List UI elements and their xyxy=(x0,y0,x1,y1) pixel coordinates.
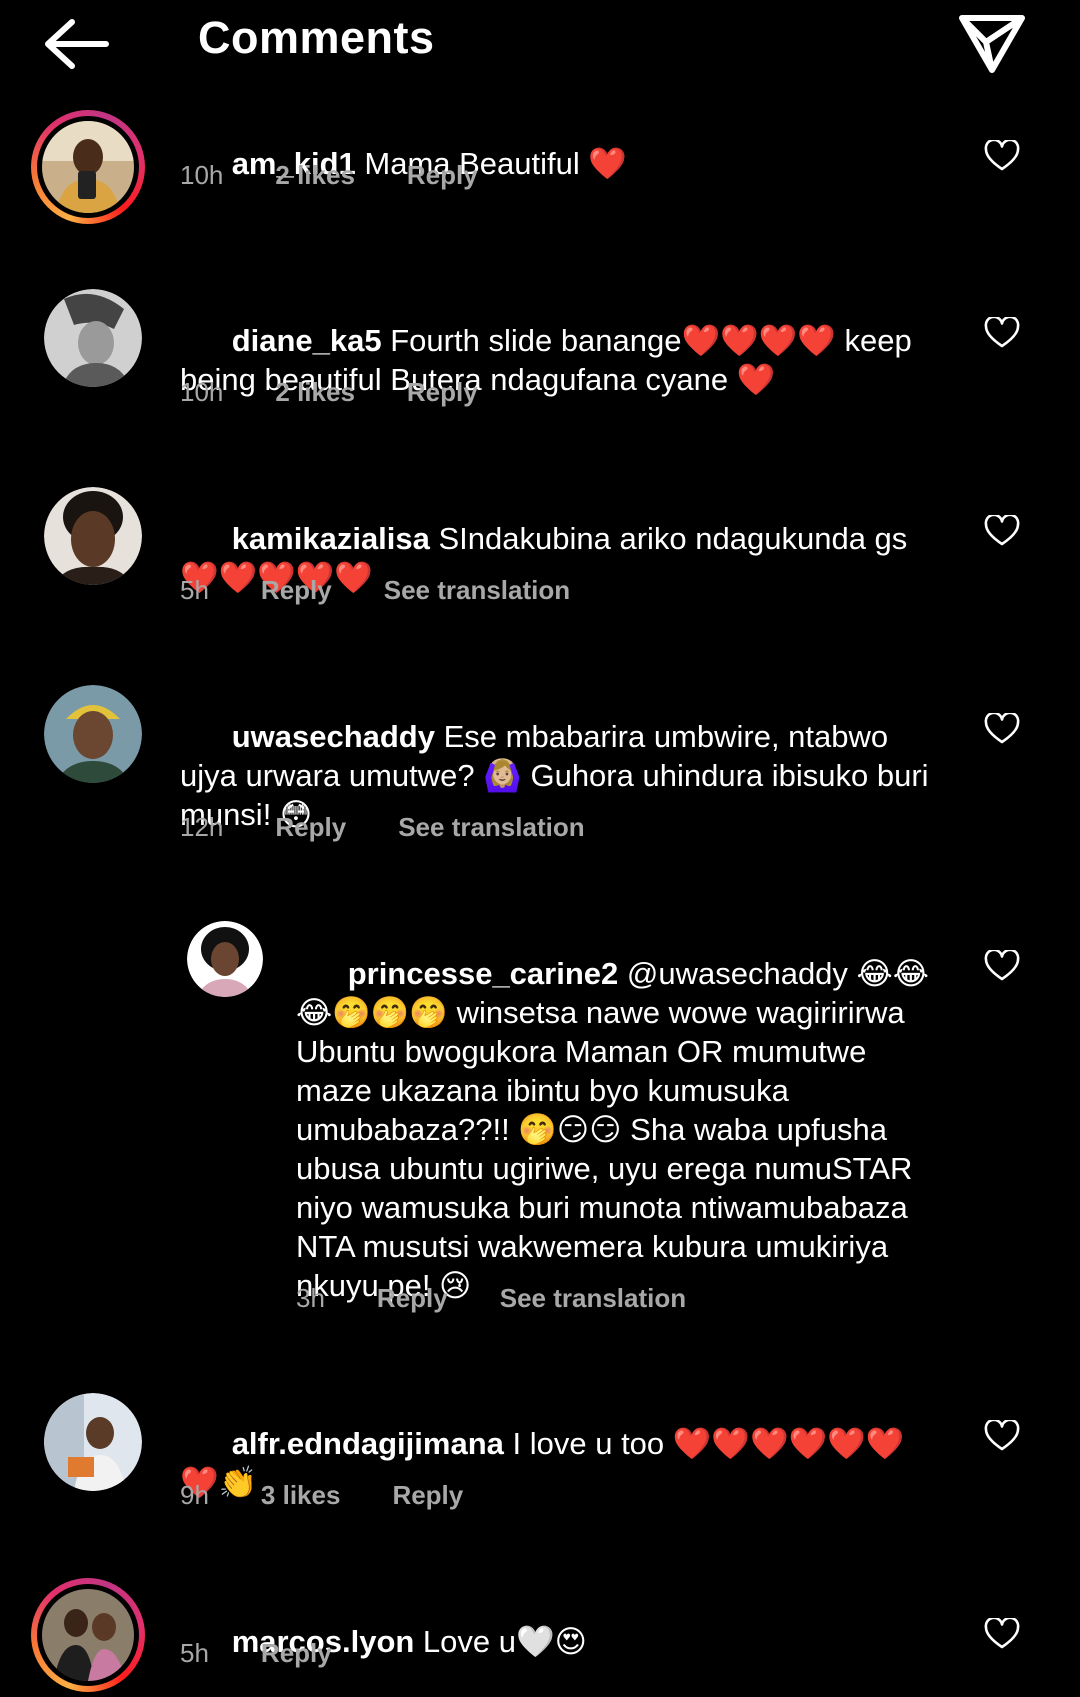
back-button[interactable] xyxy=(40,14,112,74)
comment-meta: 9h 3 likes Reply xyxy=(180,1480,515,1511)
reply-button[interactable]: Reply xyxy=(377,1283,448,1313)
comment-time: 5h xyxy=(180,575,209,605)
profile-photo xyxy=(44,1393,142,1491)
comment-meta: 10h 2 likes Reply xyxy=(180,377,530,408)
reply-button[interactable]: Reply xyxy=(275,812,346,842)
profile-photo xyxy=(44,487,142,585)
share-button[interactable] xyxy=(956,8,1028,80)
comment-time: 9h xyxy=(180,1480,209,1510)
comment-meta: 5h Reply xyxy=(180,1638,384,1669)
reply-button[interactable]: Reply xyxy=(261,575,332,605)
comment-username[interactable]: alfr.edndagijimana xyxy=(232,1426,504,1461)
comment-time: 5h xyxy=(180,1638,209,1668)
comments-screen: Comments am_kid1 Mama Beautiful ❤️ 10h 2… xyxy=(0,0,1080,1697)
comment-likes[interactable]: 2 likes xyxy=(275,160,355,190)
comment-text: Love u🤍😍 xyxy=(414,1624,587,1659)
comment-username[interactable]: kamikazialisa xyxy=(232,521,430,556)
comment-text: @uwasechaddy 😂😂😂🤭🤭🤭 winsetsa nawe wowe w… xyxy=(296,956,930,1303)
comment-time: 3h xyxy=(296,1283,325,1313)
avatar[interactable] xyxy=(44,685,142,783)
heart-icon[interactable] xyxy=(984,140,1020,172)
comment-meta: 12h Reply See translation xyxy=(180,812,637,843)
heart-icon[interactable] xyxy=(984,515,1020,547)
page-title: Comments xyxy=(198,12,435,63)
heart-icon[interactable] xyxy=(984,1618,1020,1650)
arrow-left-icon xyxy=(45,19,109,69)
comment-likes[interactable]: 3 likes xyxy=(261,1480,341,1510)
avatar[interactable] xyxy=(187,921,263,997)
comment-time: 10h xyxy=(180,160,224,190)
comment-username[interactable]: uwasechaddy xyxy=(232,719,435,754)
see-translation-button[interactable]: See translation xyxy=(500,1283,686,1313)
see-translation-button[interactable]: See translation xyxy=(384,575,570,605)
comment-username[interactable]: princesse_carine2 xyxy=(348,956,619,991)
profile-photo xyxy=(42,1589,134,1681)
paper-plane-icon xyxy=(959,15,1025,73)
comment-username[interactable]: diane_ka5 xyxy=(232,323,382,358)
reply-button[interactable]: Reply xyxy=(392,1480,463,1510)
heart-icon[interactable] xyxy=(984,950,1020,982)
reply-button[interactable]: Reply xyxy=(261,1638,332,1668)
comment-time: 12h xyxy=(180,812,224,842)
comment-likes[interactable]: 2 likes xyxy=(275,377,355,407)
avatar[interactable] xyxy=(44,487,142,585)
heart-icon[interactable] xyxy=(984,317,1020,349)
comment-meta: 10h 2 likes Reply xyxy=(180,160,530,191)
profile-photo xyxy=(187,921,263,997)
avatar[interactable] xyxy=(44,289,142,387)
profile-photo xyxy=(42,121,134,213)
comment-meta: 5h Reply See translation xyxy=(180,575,622,606)
comment-time: 10h xyxy=(180,377,224,407)
heart-icon[interactable] xyxy=(984,1420,1020,1452)
avatar[interactable] xyxy=(31,1578,145,1692)
profile-photo xyxy=(44,685,142,783)
reply-button[interactable]: Reply xyxy=(407,377,478,407)
avatar[interactable] xyxy=(44,1393,142,1491)
reply-button[interactable]: Reply xyxy=(407,160,478,190)
see-translation-button[interactable]: See translation xyxy=(398,812,584,842)
heart-icon[interactable] xyxy=(984,713,1020,745)
avatar[interactable] xyxy=(31,110,145,224)
profile-photo xyxy=(44,289,142,387)
comment-meta: 3h Reply See translation xyxy=(296,1283,738,1314)
top-bar: Comments xyxy=(0,0,1080,88)
